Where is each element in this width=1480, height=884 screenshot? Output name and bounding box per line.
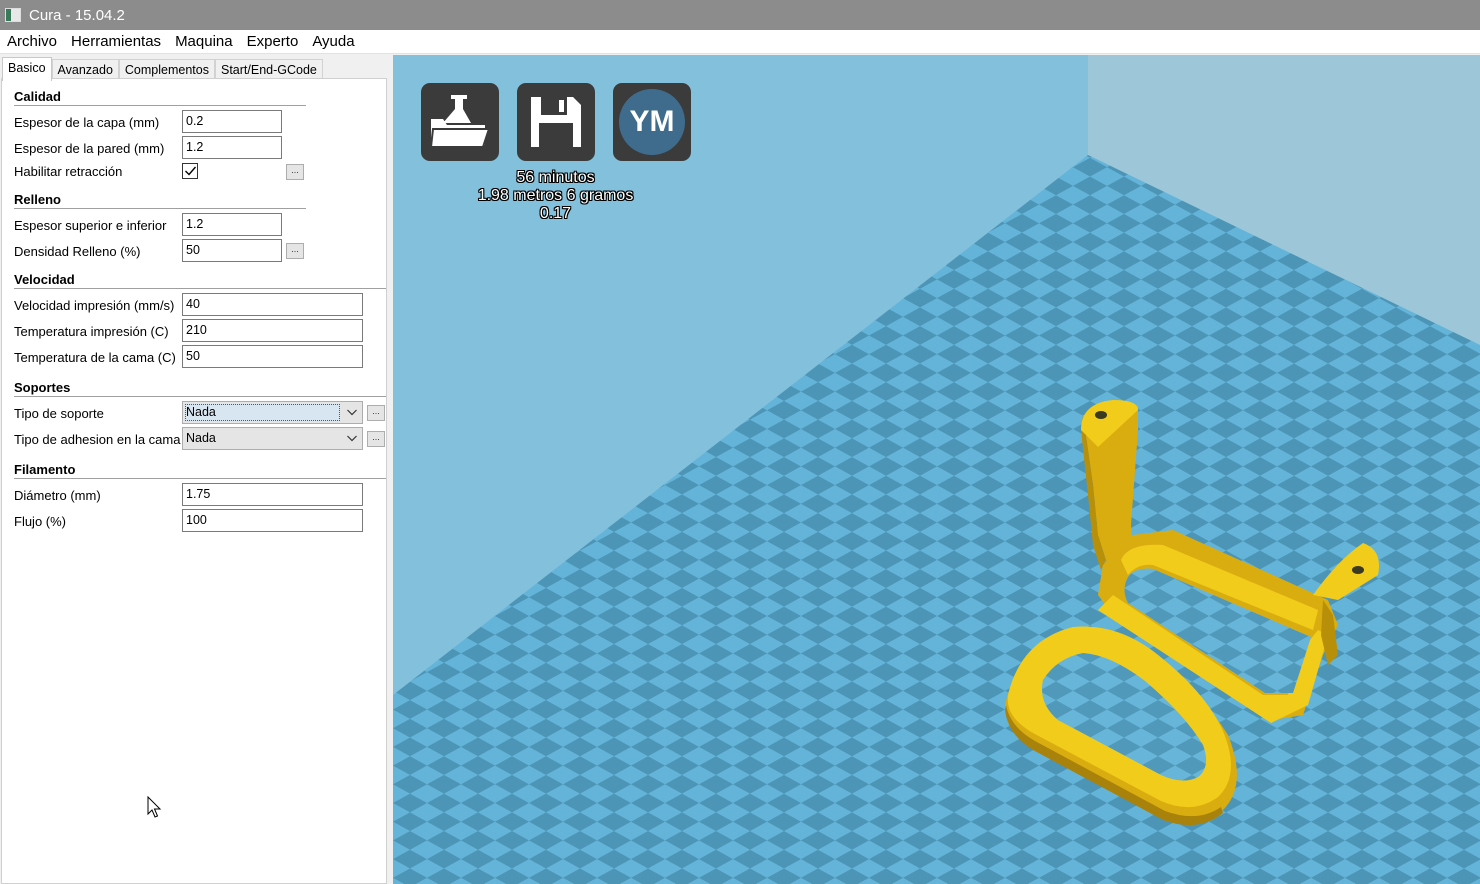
chevron-down-icon (347, 435, 357, 442)
top-bottom-thickness-label: Espesor superior e inferior (14, 218, 167, 233)
folder-load-icon (429, 95, 491, 148)
section-divider (14, 478, 386, 479)
settings-page-basico: Calidad Espesor de la capa (mm) 0.2 Espe… (1, 78, 387, 884)
adhesion-more-button[interactable]: ... (367, 431, 385, 447)
retraction-label: Habilitar retracción (14, 164, 123, 179)
support-type-label: Tipo de soporte (14, 406, 104, 421)
print-cost: 0.17 (539, 205, 572, 222)
youmagine-logo: YM (619, 89, 685, 155)
tab-basico[interactable]: Basico (2, 57, 52, 81)
window-title: Cura - 15.04.2 (29, 6, 125, 24)
support-more-button[interactable]: ... (367, 405, 385, 421)
print-time: 56 minutos (516, 169, 595, 186)
infill-more-button[interactable]: ... (286, 243, 304, 259)
floppy-save-icon (531, 97, 581, 147)
adhesion-type-value: Nada (186, 431, 216, 445)
settings-panel: Basico Avanzado Complementos Start/End-G… (0, 55, 393, 884)
section-divider (14, 105, 306, 106)
infill-density-input[interactable]: 50 (182, 239, 282, 262)
material-usage: 1.98 metros 6 gramos (477, 187, 634, 204)
tab-start-end-gcode[interactable]: Start/End-GCode (214, 59, 323, 80)
section-divider (14, 396, 386, 397)
menu-bar: Archivo Herramientas Maquina Experto Ayu… (0, 30, 1480, 54)
checkmark-icon (185, 166, 197, 176)
menu-herramientas[interactable]: Herramientas (64, 30, 168, 54)
adhesion-type-select[interactable]: Nada (182, 427, 363, 450)
retraction-checkbox[interactable] (182, 163, 198, 179)
title-bar: Cura - 15.04.2 (0, 0, 1480, 30)
section-title-calidad: Calidad (14, 89, 61, 104)
save-gcode-button[interactable] (517, 83, 595, 161)
load-model-button[interactable] (421, 83, 499, 161)
tab-avanzado[interactable]: Avanzado (51, 59, 119, 80)
youmagine-button[interactable]: YM (613, 83, 691, 161)
wall-thickness-label: Espesor de la pared (mm) (14, 141, 165, 156)
layer-height-label: Espesor de la capa (mm) (14, 115, 160, 130)
support-type-select[interactable]: Nada (182, 401, 363, 424)
print-speed-input[interactable]: 40 (182, 293, 363, 316)
cura-app-icon (5, 8, 21, 22)
menu-ayuda[interactable]: Ayuda (305, 30, 361, 54)
retraction-more-button[interactable]: ... (286, 164, 304, 180)
infill-density-label: Densidad Relleno (%) (14, 244, 141, 259)
menu-experto[interactable]: Experto (240, 30, 306, 54)
menu-maquina[interactable]: Maquina (168, 30, 240, 54)
chevron-down-icon (347, 409, 357, 416)
section-title-velocidad: Velocidad (14, 272, 75, 287)
settings-tabs: Basico Avanzado Complementos Start/End-G… (2, 57, 323, 81)
adhesion-type-label: Tipo de adhesion en la cama (14, 432, 181, 447)
print-temp-input[interactable]: 210 (182, 319, 363, 342)
print-speed-label: Velocidad impresión (mm/s) (14, 298, 175, 313)
3d-viewport[interactable]: YM 56 minutos 1.98 metros 6 gramos 0.17 (393, 55, 1480, 884)
print-info: 56 minutos 1.98 metros 6 gramos 0.17 (453, 169, 658, 223)
section-title-relleno: Relleno (14, 192, 61, 207)
support-type-value: Nada (186, 405, 216, 419)
tab-complementos[interactable]: Complementos (118, 59, 215, 80)
bed-temp-input[interactable]: 50 (182, 345, 363, 368)
section-divider (14, 288, 386, 289)
mouse-pointer-icon (147, 796, 162, 818)
top-bottom-thickness-input[interactable]: 1.2 (182, 213, 282, 236)
print-temp-label: Temperatura impresión (C) (14, 324, 169, 339)
wall-thickness-input[interactable]: 1.2 (182, 136, 282, 159)
flow-input[interactable]: 100 (182, 509, 363, 532)
section-title-filamento: Filamento (14, 462, 76, 477)
menu-archivo[interactable]: Archivo (0, 30, 64, 54)
diameter-input[interactable]: 1.75 (182, 483, 363, 506)
diameter-label: Diámetro (mm) (14, 488, 101, 503)
layer-height-input[interactable]: 0.2 (182, 110, 282, 133)
bed-temp-label: Temperatura de la cama (C) (14, 350, 176, 365)
flow-label: Flujo (%) (14, 514, 67, 529)
section-title-soportes: Soportes (14, 380, 71, 395)
section-divider (14, 208, 306, 209)
